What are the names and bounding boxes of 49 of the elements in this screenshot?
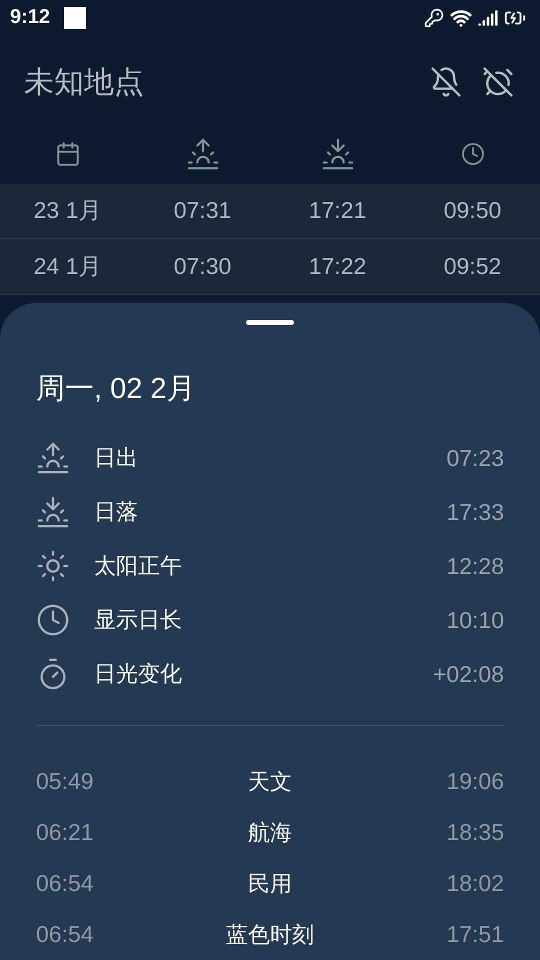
detail-label: 日落: [94, 499, 139, 527]
alarm-off-icon[interactable]: [482, 66, 514, 98]
location-title: 未知地点: [24, 64, 145, 102]
detail-value: +02:08: [433, 660, 504, 688]
table-cell: 09:52: [444, 253, 502, 280]
twilight-end: 17:51: [446, 921, 504, 948]
detail-label: 显示日长: [94, 607, 183, 635]
twilight-name: 航海: [248, 820, 292, 848]
sunrise-icon: [36, 441, 70, 475]
sunset-icon: [36, 495, 70, 529]
table-cell-text: 24 1月: [34, 252, 102, 282]
calendar-icon: [54, 141, 80, 168]
table-row[interactable]: 23 1月 07:31 17:21 09:50: [0, 184, 540, 240]
detail-value: 10:10: [446, 606, 504, 634]
table-cell: 17:22: [308, 253, 366, 280]
table-cell: 17:21: [308, 197, 366, 224]
notification-icon: [64, 6, 86, 29]
key-icon: [424, 8, 444, 28]
sunset-icon: [320, 137, 354, 172]
twilight-start: 06:21: [36, 819, 94, 846]
twilight-start: 06:54: [36, 870, 94, 897]
drag-handle[interactable]: [246, 320, 294, 325]
twilight-name: 天文: [248, 768, 292, 796]
twilight-start: 06:54: [36, 921, 94, 948]
detail-label: 日出: [94, 445, 139, 473]
status-time: 9:12: [10, 6, 50, 30]
sun-icon: [36, 549, 70, 583]
detail-label: 太阳正午: [94, 553, 183, 581]
twilight-start: 05:49: [36, 768, 94, 795]
date-title: 周一, 02 2月: [36, 372, 197, 407]
detail-value: 17:33: [446, 498, 504, 526]
sunrise-icon: [186, 137, 220, 172]
table-cell-text: 23 1月: [34, 196, 102, 226]
clock-icon: [36, 603, 70, 637]
detail-value: 12:28: [446, 552, 504, 580]
clock-icon: [460, 142, 484, 166]
twilight-name: 蓝色时刻: [226, 922, 314, 950]
twilight-name: 民用: [248, 870, 292, 898]
detail-label: 日光变化: [94, 661, 183, 689]
twilight-end: 18:02: [446, 870, 504, 897]
table-cell: 09:50: [444, 197, 502, 224]
twilight-end: 19:06: [446, 768, 504, 795]
table-cell: 07:31: [174, 197, 232, 224]
twilight-end: 18:35: [446, 819, 504, 846]
table-cell: 07:30: [174, 253, 232, 280]
bell-off-icon[interactable]: [430, 66, 462, 98]
detail-value: 07:23: [446, 444, 504, 472]
signal-icon: [478, 8, 498, 28]
table-row[interactable]: 24 1月 07:30 17:22 09:52: [0, 239, 540, 295]
